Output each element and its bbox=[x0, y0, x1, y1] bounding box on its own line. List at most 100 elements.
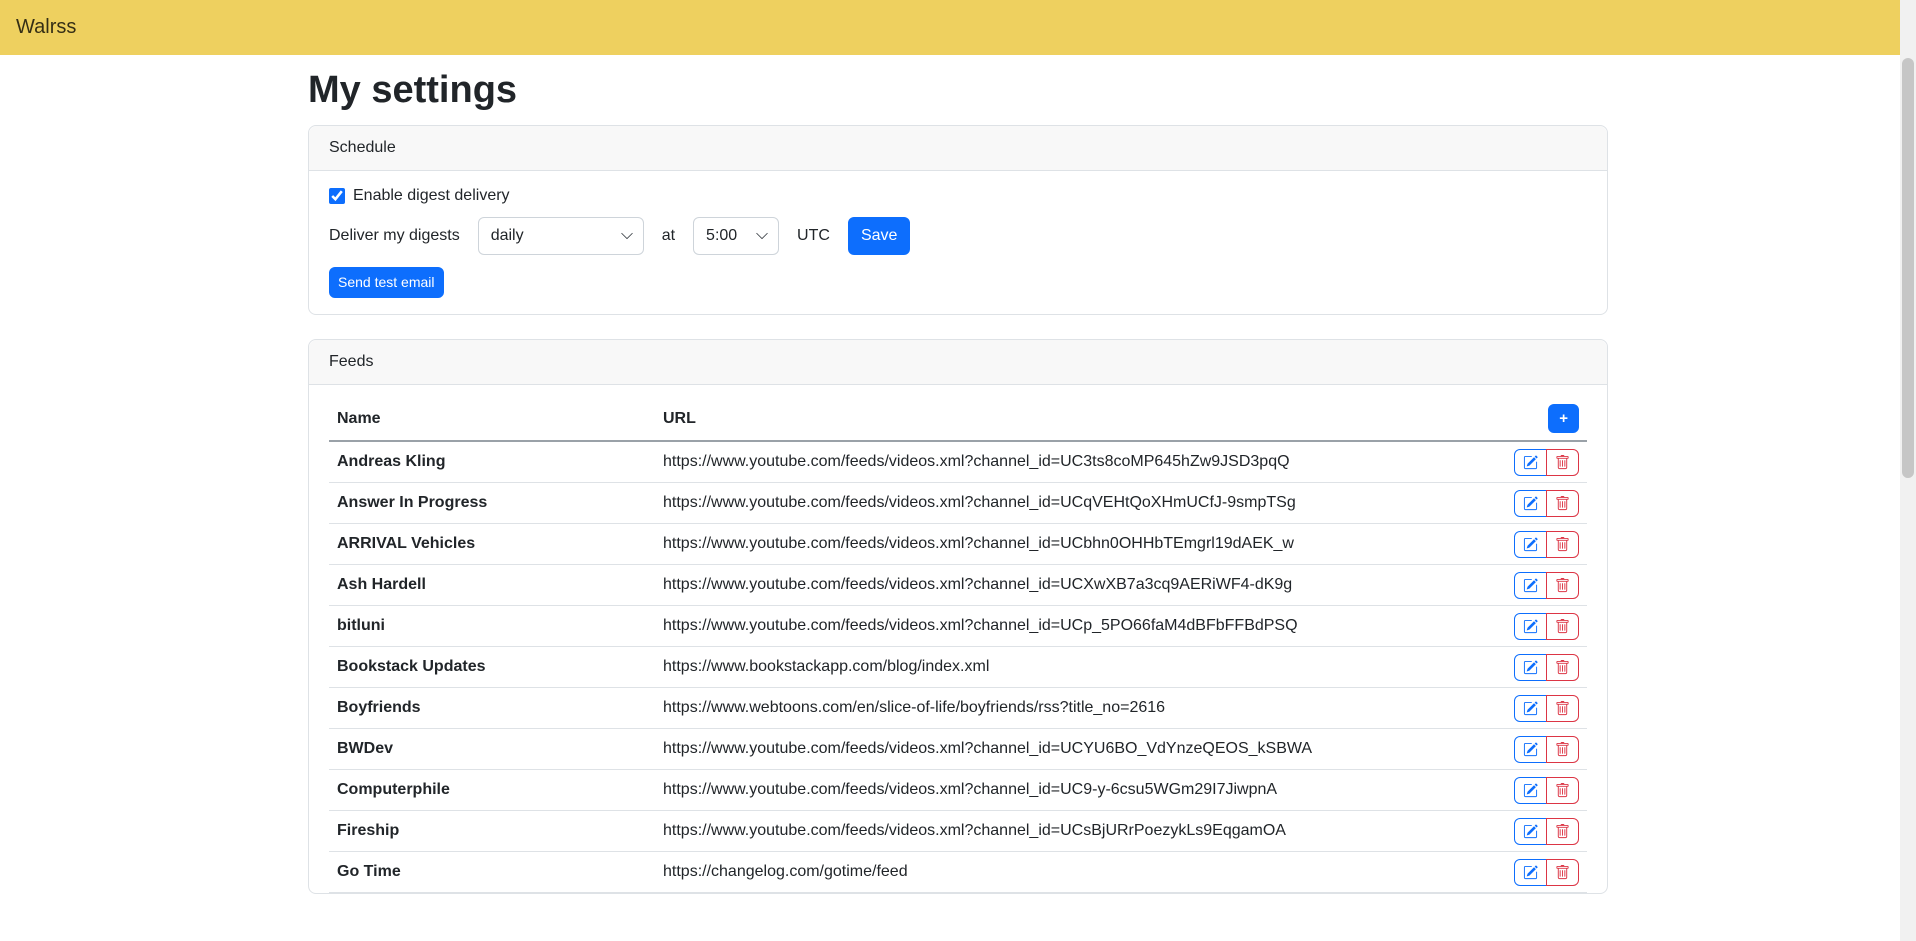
save-button[interactable]: Save bbox=[848, 217, 910, 255]
edit-feed-button[interactable] bbox=[1514, 449, 1547, 476]
schedule-card-header: Schedule bbox=[309, 126, 1607, 171]
time-select[interactable]: 5:00 bbox=[693, 217, 779, 255]
pencil-square-icon bbox=[1523, 578, 1538, 593]
feed-actions bbox=[1487, 606, 1587, 647]
trash-icon bbox=[1555, 578, 1570, 593]
feeds-card-header: Feeds bbox=[309, 340, 1607, 385]
navbar-brand[interactable]: Walrss bbox=[16, 16, 76, 39]
feed-actions-group bbox=[1514, 572, 1579, 599]
feeds-table: Name URL + Andreas Kling https://www.you… bbox=[329, 397, 1587, 893]
edit-feed-button[interactable] bbox=[1514, 736, 1547, 763]
feed-name: bitluni bbox=[329, 606, 655, 647]
feed-actions bbox=[1487, 441, 1587, 483]
feed-row: ARRIVAL Vehicles https://www.youtube.com… bbox=[329, 524, 1587, 565]
edit-feed-button[interactable] bbox=[1514, 695, 1547, 722]
timezone-label: UTC bbox=[797, 227, 830, 245]
add-feed-button[interactable]: + bbox=[1548, 404, 1579, 433]
feeds-card: Feeds Name URL + Andreas Kling https://w… bbox=[308, 339, 1608, 894]
frequency-select-wrap: daily bbox=[478, 217, 644, 255]
feed-actions bbox=[1487, 524, 1587, 565]
pencil-square-icon bbox=[1523, 619, 1538, 634]
pencil-square-icon bbox=[1523, 496, 1538, 511]
feed-name: Answer In Progress bbox=[329, 483, 655, 524]
feed-actions bbox=[1487, 852, 1587, 893]
feed-url: https://www.webtoons.com/en/slice-of-lif… bbox=[655, 688, 1487, 729]
column-header-actions: + bbox=[1487, 397, 1587, 441]
delete-feed-button[interactable] bbox=[1546, 695, 1579, 722]
feeds-table-header-row: Name URL + bbox=[329, 397, 1587, 441]
feed-actions-group bbox=[1514, 449, 1579, 476]
delete-feed-button[interactable] bbox=[1546, 859, 1579, 886]
feed-row: Answer In Progress https://www.youtube.c… bbox=[329, 483, 1587, 524]
edit-feed-button[interactable] bbox=[1514, 818, 1547, 845]
feed-name: Go Time bbox=[329, 852, 655, 893]
feed-url: https://www.youtube.com/feeds/videos.xml… bbox=[655, 565, 1487, 606]
feed-actions bbox=[1487, 647, 1587, 688]
feed-actions-group bbox=[1514, 777, 1579, 804]
trash-icon bbox=[1555, 455, 1570, 470]
edit-feed-button[interactable] bbox=[1514, 613, 1547, 640]
trash-icon bbox=[1555, 660, 1570, 675]
page-title: My settings bbox=[308, 67, 1608, 113]
deliver-label: Deliver my digests bbox=[329, 227, 460, 245]
vertical-scrollbar-track[interactable] bbox=[1900, 0, 1916, 941]
feed-actions bbox=[1487, 565, 1587, 606]
feed-actions bbox=[1487, 729, 1587, 770]
edit-feed-button[interactable] bbox=[1514, 859, 1547, 886]
pencil-square-icon bbox=[1523, 865, 1538, 880]
enable-digest-label: Enable digest delivery bbox=[353, 187, 510, 205]
feeds-card-body: Name URL + Andreas Kling https://www.you… bbox=[309, 385, 1607, 893]
feed-url: https://www.youtube.com/feeds/videos.xml… bbox=[655, 441, 1487, 483]
pencil-square-icon bbox=[1523, 824, 1538, 839]
feed-actions-group bbox=[1514, 613, 1579, 640]
feed-url: https://www.youtube.com/feeds/videos.xml… bbox=[655, 606, 1487, 647]
feed-row: Ash Hardell https://www.youtube.com/feed… bbox=[329, 565, 1587, 606]
feed-name: Fireship bbox=[329, 811, 655, 852]
feed-url: https://www.youtube.com/feeds/videos.xml… bbox=[655, 524, 1487, 565]
feed-actions-group bbox=[1514, 654, 1579, 681]
feed-row: BWDev https://www.youtube.com/feeds/vide… bbox=[329, 729, 1587, 770]
pencil-square-icon bbox=[1523, 537, 1538, 552]
pencil-square-icon bbox=[1523, 783, 1538, 798]
edit-feed-button[interactable] bbox=[1514, 531, 1547, 558]
feed-name: Boyfriends bbox=[329, 688, 655, 729]
feed-actions-group bbox=[1514, 859, 1579, 886]
feed-actions bbox=[1487, 770, 1587, 811]
delete-feed-button[interactable] bbox=[1546, 613, 1579, 640]
feed-actions bbox=[1487, 688, 1587, 729]
enable-digest-row: Enable digest delivery bbox=[329, 187, 1587, 205]
edit-feed-button[interactable] bbox=[1514, 572, 1547, 599]
edit-feed-button[interactable] bbox=[1514, 490, 1547, 517]
delete-feed-button[interactable] bbox=[1546, 490, 1579, 517]
edit-feed-button[interactable] bbox=[1514, 654, 1547, 681]
delete-feed-button[interactable] bbox=[1546, 777, 1579, 804]
pencil-square-icon bbox=[1523, 742, 1538, 757]
feed-actions-group bbox=[1514, 695, 1579, 722]
test-email-row: Send test email bbox=[329, 267, 1587, 298]
delete-feed-button[interactable] bbox=[1546, 572, 1579, 599]
edit-feed-button[interactable] bbox=[1514, 777, 1547, 804]
trash-icon bbox=[1555, 742, 1570, 757]
navbar: Walrss bbox=[0, 0, 1900, 55]
frequency-select[interactable]: daily bbox=[478, 217, 644, 255]
delete-feed-button[interactable] bbox=[1546, 736, 1579, 763]
delete-feed-button[interactable] bbox=[1546, 449, 1579, 476]
delete-feed-button[interactable] bbox=[1546, 531, 1579, 558]
trash-icon bbox=[1555, 865, 1570, 880]
feed-name: Andreas Kling bbox=[329, 441, 655, 483]
send-test-email-button[interactable]: Send test email bbox=[329, 267, 444, 298]
feed-name: Bookstack Updates bbox=[329, 647, 655, 688]
at-label: at bbox=[662, 227, 675, 245]
feed-row: bitluni https://www.youtube.com/feeds/vi… bbox=[329, 606, 1587, 647]
feed-url: https://www.bookstackapp.com/blog/index.… bbox=[655, 647, 1487, 688]
delete-feed-button[interactable] bbox=[1546, 654, 1579, 681]
time-select-wrap: 5:00 bbox=[693, 217, 779, 255]
feed-row: Computerphile https://www.youtube.com/fe… bbox=[329, 770, 1587, 811]
delete-feed-button[interactable] bbox=[1546, 818, 1579, 845]
feed-row: Boyfriends https://www.webtoons.com/en/s… bbox=[329, 688, 1587, 729]
feed-actions bbox=[1487, 811, 1587, 852]
trash-icon bbox=[1555, 783, 1570, 798]
vertical-scrollbar-thumb[interactable] bbox=[1902, 58, 1914, 478]
enable-digest-checkbox[interactable] bbox=[329, 188, 345, 204]
feed-actions-group bbox=[1514, 490, 1579, 517]
